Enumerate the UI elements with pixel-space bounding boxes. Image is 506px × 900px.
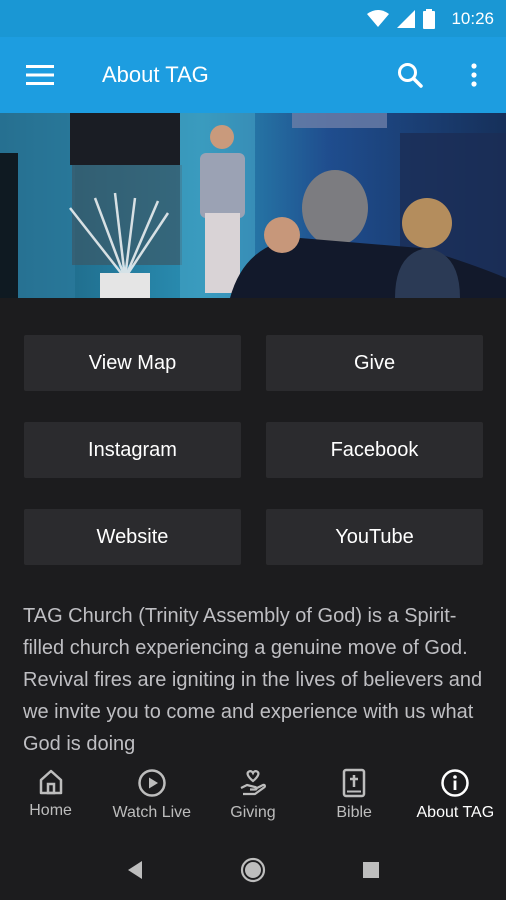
nav-about-tag[interactable]: About TAG	[405, 760, 506, 840]
app-bar: About TAG	[0, 37, 506, 113]
view-map-button[interactable]: View Map	[24, 335, 241, 391]
content-area: View Map Give Instagram Facebook Website…	[0, 298, 506, 760]
nav-bible[interactable]: Bible	[304, 760, 405, 840]
status-bar: 10:26	[0, 0, 506, 37]
bible-icon	[342, 768, 366, 798]
back-icon[interactable]	[126, 860, 144, 880]
facebook-button[interactable]: Facebook	[266, 422, 483, 478]
nav-about-tag-label: About TAG	[416, 804, 495, 821]
play-circle-icon	[138, 769, 166, 797]
nav-giving[interactable]: Giving	[202, 760, 303, 840]
system-navigation-bar	[0, 840, 506, 900]
hamburger-menu-icon	[26, 65, 54, 85]
status-time: 10:26	[451, 8, 494, 28]
link-buttons: View Map Give Instagram Facebook Website…	[24, 335, 484, 565]
nav-giving-label: Giving	[230, 804, 276, 821]
menu-button[interactable]	[0, 37, 80, 113]
search-button[interactable]	[378, 37, 442, 113]
give-button[interactable]: Give	[266, 335, 483, 391]
recents-icon[interactable]	[362, 861, 380, 879]
website-button[interactable]: Website	[24, 509, 241, 565]
hero-image	[0, 113, 506, 298]
instagram-button[interactable]: Instagram	[24, 422, 241, 478]
search-icon	[398, 63, 423, 88]
hand-heart-icon	[240, 770, 266, 796]
battery-icon	[423, 8, 436, 29]
overflow-menu-button[interactable]	[442, 37, 506, 113]
home-icon	[39, 769, 62, 795]
signal-icon	[397, 9, 416, 28]
more-vertical-icon	[471, 63, 477, 87]
about-description: TAG Church (Trinity Assembly of God) is …	[23, 605, 483, 755]
info-icon	[441, 769, 470, 797]
nav-bible-label: Bible	[336, 804, 372, 821]
wifi-icon	[367, 9, 390, 27]
bottom-navigation: Home Watch Live Giving Bible About TAG	[0, 760, 506, 840]
nav-home[interactable]: Home	[0, 760, 101, 840]
nav-watch-live[interactable]: Watch Live	[101, 760, 202, 840]
nav-home-label: Home	[29, 802, 72, 819]
nav-watch-live-label: Watch Live	[112, 804, 192, 821]
youtube-button[interactable]: YouTube	[266, 509, 483, 565]
page-title: About TAG	[102, 62, 209, 87]
home-button-icon[interactable]	[240, 857, 266, 883]
